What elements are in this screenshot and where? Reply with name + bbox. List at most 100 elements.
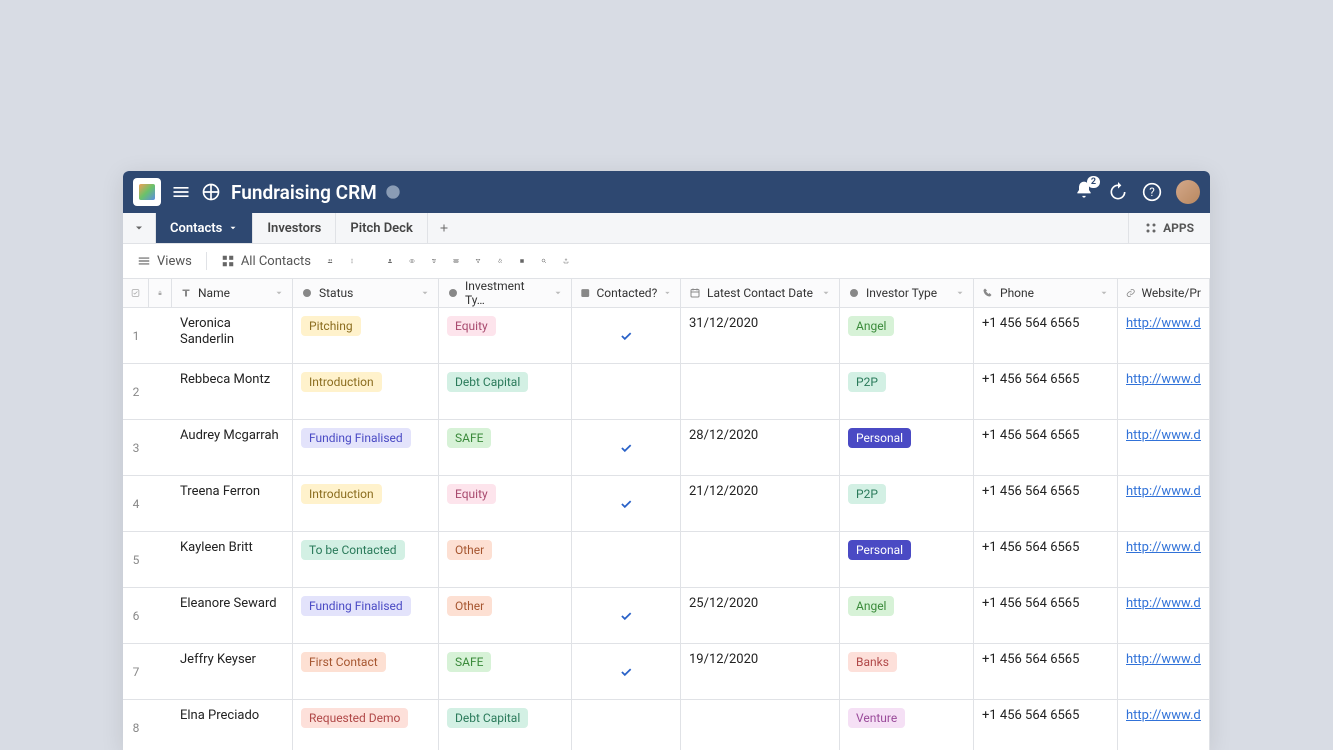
cell-name: Eleanore Seward <box>172 588 293 643</box>
investor-type-pill: P2P <box>848 372 886 392</box>
cell-investor-type: Personal <box>840 420 974 475</box>
website-link[interactable]: http://www.don <box>1126 428 1201 443</box>
more-icon[interactable] <box>345 254 359 268</box>
tab-contacts[interactable]: Contacts <box>156 213 253 243</box>
cell-investor-type: Angel <box>840 308 974 363</box>
row-height-icon[interactable] <box>515 254 529 268</box>
current-view-button[interactable]: All Contacts <box>217 252 315 271</box>
export-icon[interactable] <box>559 254 573 268</box>
color-icon[interactable] <box>493 254 507 268</box>
table-row[interactable]: 1Veronica SanderlinPitchingEquity31/12/2… <box>123 308 1210 364</box>
column-investor-type-label: Investor Type <box>866 286 937 300</box>
website-link[interactable]: http://www.don <box>1126 484 1201 499</box>
cell-investor-type: P2P <box>840 364 974 419</box>
calendar-icon <box>689 287 701 299</box>
row-index: 7 <box>123 644 149 699</box>
cell-date: 21/12/2020 <box>681 476 840 531</box>
phone-value: +1 456 564 6565 <box>982 596 1079 611</box>
cell-name: Veronica Sanderlin <box>172 308 293 363</box>
chevron-down-icon[interactable] <box>955 288 965 298</box>
tab-pitch-deck[interactable]: Pitch Deck <box>336 213 427 243</box>
website-link[interactable]: http://www.don <box>1126 540 1201 555</box>
column-phone[interactable]: Phone <box>974 279 1118 307</box>
cell-contacted <box>572 476 681 531</box>
apps-button[interactable]: APPS <box>1128 213 1210 243</box>
people-icon[interactable] <box>383 254 397 268</box>
column-status[interactable]: Status <box>293 279 439 307</box>
row-index: 8 <box>123 700 149 750</box>
table-row[interactable]: 2Rebbeca MontzIntroductionDebt CapitalP2… <box>123 364 1210 420</box>
tabs-bar: ContactsInvestorsPitch Deck APPS <box>123 213 1210 244</box>
app-logo[interactable] <box>133 178 161 206</box>
date-value: 28/12/2020 <box>689 428 758 443</box>
filter-settings-icon[interactable] <box>427 254 441 268</box>
column-name[interactable]: Name <box>172 279 293 307</box>
contact-name: Kayleen Britt <box>180 540 253 556</box>
collaborators-icon[interactable] <box>323 254 337 268</box>
user-avatar[interactable] <box>1176 180 1200 204</box>
cell-phone: +1 456 564 6565 <box>974 700 1118 750</box>
cell-phone: +1 456 564 6565 <box>974 532 1118 587</box>
cell-contacted <box>572 364 681 419</box>
group-icon[interactable] <box>449 254 463 268</box>
cell-contacted <box>572 700 681 750</box>
column-investment-type[interactable]: Investment Ty… <box>439 279 572 307</box>
svg-text:?: ? <box>1149 185 1155 199</box>
table-row[interactable]: 8Elna PreciadoRequested DemoDebt Capital… <box>123 700 1210 750</box>
chevron-down-icon[interactable] <box>420 288 430 298</box>
investor-type-pill: Angel <box>848 316 894 336</box>
phone-value: +1 456 564 6565 <box>982 540 1079 555</box>
table-row[interactable]: 4Treena FerronIntroductionEquity21/12/20… <box>123 476 1210 532</box>
tab-investors[interactable]: Investors <box>253 213 336 243</box>
website-link[interactable]: http://www.don <box>1126 596 1201 611</box>
website-link[interactable]: http://www.don <box>1126 708 1201 723</box>
cell-contacted <box>572 420 681 475</box>
row-index: 6 <box>123 588 149 643</box>
column-latest-contact-date[interactable]: Latest Contact Date <box>681 279 840 307</box>
row-index: 1 <box>123 308 149 363</box>
tabs-expand-button[interactable] <box>123 213 156 243</box>
column-contacted[interactable]: Contacted? <box>572 279 681 307</box>
chevron-down-icon[interactable] <box>821 288 831 298</box>
contact-name: Treena Ferron <box>180 484 260 500</box>
filter-icon[interactable] <box>471 254 485 268</box>
share-globe-icon[interactable] <box>201 182 221 202</box>
column-checkbox[interactable] <box>123 279 149 307</box>
column-website[interactable]: Website/Pr <box>1118 279 1210 307</box>
table-row[interactable]: 6Eleanore SewardFunding FinalisedOther25… <box>123 588 1210 644</box>
row-lock <box>149 420 172 475</box>
apps-icon <box>1145 222 1157 234</box>
contact-name: Jeffry Keyser <box>180 652 256 668</box>
chevron-down-icon[interactable] <box>274 288 284 298</box>
chevron-down-icon[interactable] <box>553 288 563 298</box>
search-icon[interactable] <box>537 254 551 268</box>
notifications-badge: 2 <box>1087 176 1100 188</box>
website-link[interactable]: http://www.don <box>1126 652 1201 667</box>
cell-status: Pitching <box>293 308 439 363</box>
hide-fields-icon[interactable] <box>405 254 419 268</box>
info-icon[interactable] <box>385 184 401 200</box>
chevron-down-icon[interactable] <box>1099 288 1109 298</box>
phone-value: +1 456 564 6565 <box>982 372 1079 387</box>
table-row[interactable]: 5Kayleen BrittTo be ContactedOtherPerson… <box>123 532 1210 588</box>
website-link[interactable]: http://www.don <box>1126 372 1201 387</box>
table-row[interactable]: 7Jeffry KeyserFirst ContactSAFE19/12/202… <box>123 644 1210 700</box>
view-toolbar: Views All Contacts <box>123 244 1210 279</box>
help-icon[interactable]: ? <box>1142 182 1162 202</box>
grid-icon <box>221 254 235 268</box>
views-button[interactable]: Views <box>133 252 196 271</box>
tabs-container: ContactsInvestorsPitch Deck <box>156 213 428 243</box>
notifications-button[interactable]: 2 <box>1074 180 1094 204</box>
website-link[interactable]: http://www.don <box>1126 316 1201 331</box>
history-icon[interactable] <box>1108 182 1128 202</box>
investor-type-pill: P2P <box>848 484 886 504</box>
table-row[interactable]: 3Audrey McgarrahFunding FinalisedSAFE28/… <box>123 420 1210 476</box>
chevron-down-icon[interactable] <box>663 288 672 298</box>
check-icon <box>619 497 633 511</box>
menu-icon[interactable] <box>171 182 191 202</box>
column-investor-type[interactable]: Investor Type <box>840 279 974 307</box>
contact-name: Veronica Sanderlin <box>180 316 284 349</box>
add-tab-button[interactable] <box>428 213 460 243</box>
cell-name: Kayleen Britt <box>172 532 293 587</box>
cell-website: http://www.don <box>1118 308 1210 363</box>
